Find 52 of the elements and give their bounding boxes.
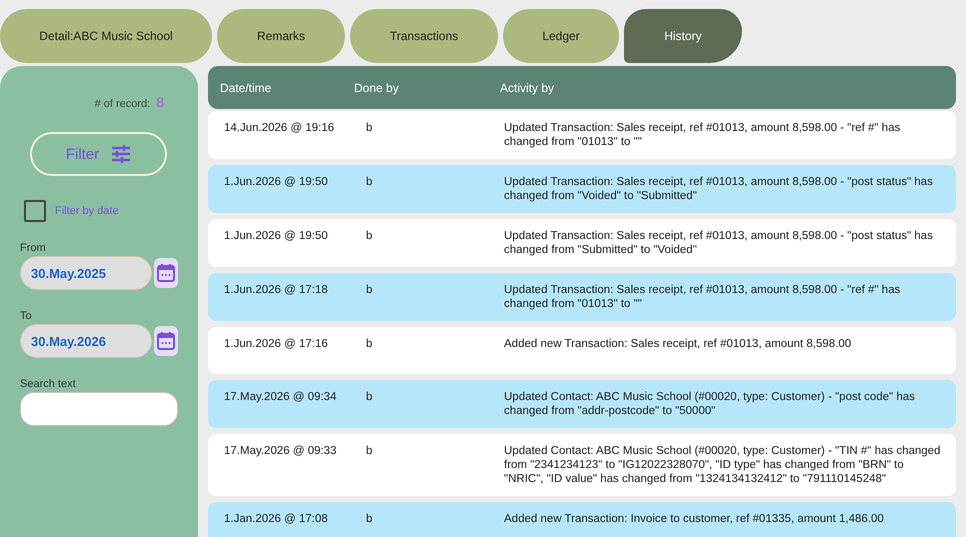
field-label: Search text <box>20 378 77 390</box>
tab[interactable]: Transactions <box>350 9 498 63</box>
table-cell-text: 17.May.2026 @ 09:34 <box>223 390 338 405</box>
table-row[interactable]: 1.Jun.2026 @ 19:50 b Updated Transaction: Sales receipt, ref #01013, amount 8,598.00 - "post status" has changed from "Voided" to "Submitted" <box>208 165 956 213</box>
table-cell-text: 1.Jan.2026 @ 17:08 <box>223 512 329 527</box>
table-cell-text: Updated Transaction: Sales receipt, ref #01013, amount 8,598.00 - "post status" has changed from "Submitted" to "Voided" <box>503 229 934 257</box>
column-header: Done by <box>354 80 400 94</box>
table-cell-text: b <box>365 337 374 352</box>
table-cell-text: b <box>365 121 374 136</box>
record-count-label: # of record: <box>94 98 150 110</box>
table-row[interactable]: 1.Jun.2026 @ 17:16 b Added new Transaction: Sales receipt, ref #01013, amount 8,598.00 <box>208 327 956 374</box>
tab[interactable]: Detail:ABC Music School <box>0 9 212 63</box>
table-cell-text: 14.Jun.2026 @ 19:16 <box>223 121 336 136</box>
sliders-icon <box>111 145 132 163</box>
table-row[interactable]: 17.May.2026 @ 09:34 b Updated Contact: ABC Music School (#00020, type: Customer) - "post code" has changed from "addr-postcode" to "50000" <box>208 380 956 428</box>
table-cell-text: b <box>365 444 374 459</box>
table-cell-text: b <box>365 175 374 190</box>
tab[interactable]: Remarks <box>217 9 345 63</box>
table-cell-text: 1.Jun.2026 @ 17:16 <box>223 337 329 352</box>
table-cell-text: Updated Contact: ABC Music School (#00020, type: Customer) - "post code" has changed from "addr-postcode" to "50000" <box>503 390 916 418</box>
tab[interactable]: History <box>624 9 742 63</box>
date-field[interactable]: 30.May.2025 <box>20 256 152 290</box>
table-cell-text: b <box>365 283 374 298</box>
table-cell-text: 1.Jun.2026 @ 19:50 <box>223 229 329 244</box>
field-label: From <box>20 242 47 254</box>
table-row[interactable]: 1.Jun.2026 @ 17:18 b Updated Transaction: Sales receipt, ref #01013, amount 8,598.00 - "ref #" has changed from "01013" to "" <box>208 273 956 321</box>
calendar-icon[interactable] <box>154 258 178 288</box>
table-cell-text: Updated Contact: ABC Music School (#00020, type: Customer) - "TIN #" has changed from "2341234123" to "IG12022328070", "ID type" has changed from "BRN" to "NRIC", "ID value" has changed from "1324134132412" to "791110145248" <box>503 444 942 486</box>
table-cell-text: 1.Jun.2026 @ 17:18 <box>223 283 329 298</box>
table-row[interactable]: 1.Jan.2026 @ 17:08 b Added new Transaction: Invoice to customer, ref #01335, amount 1,486.00 <box>208 502 956 537</box>
table-cell-text: 17.May.2026 @ 09:33 <box>223 444 338 459</box>
table-row[interactable]: 1.Jun.2026 @ 19:50 b Updated Transaction: Sales receipt, ref #01013, amount 8,598.00 - "post status" has changed from "Submitted" to "Voided" <box>208 219 956 267</box>
table-cell-text: Added new Transaction: Sales receipt, ref #01013, amount 8,598.00 <box>503 337 852 352</box>
table-cell-text: Updated Transaction: Sales receipt, ref #01013, amount 8,598.00 - "ref #" has changed from "01013" to "" <box>503 283 902 311</box>
table-cell-text: Updated Transaction: Sales receipt, ref #01013, amount 8,598.00 - "ref #" has changed from "01013" to "" <box>503 121 902 149</box>
calendar-icon[interactable] <box>154 326 178 356</box>
table-cell-text: b <box>365 512 374 527</box>
table-cell-text: Updated Transaction: Sales receipt, ref #01013, amount 8,598.00 - "post status" has changed from "Voided" to "Submitted" <box>503 175 934 203</box>
column-header: Activity by <box>500 80 556 94</box>
column-header: Date/time <box>219 80 272 94</box>
table-cell-text: b <box>365 229 374 244</box>
checkbox[interactable] <box>24 200 46 222</box>
checkbox-label: Filter by date <box>55 205 119 217</box>
table-cell-text: b <box>365 390 374 405</box>
table-row[interactable]: 14.Jun.2026 @ 19:16 b Updated Transaction: Sales receipt, ref #01013, amount 8,598.00 - "ref #" has changed from "01013" to "" <box>208 111 956 159</box>
search-field[interactable] <box>20 392 178 426</box>
field-label: To <box>20 310 33 322</box>
table-cell-text: 1.Jun.2026 @ 19:50 <box>223 175 329 190</box>
tab[interactable]: Ledger <box>503 9 619 63</box>
table-cell-text: Added new Transaction: Invoice to customer, ref #01335, amount 1,486.00 <box>503 512 885 527</box>
record-count: 8 <box>156 94 164 110</box>
date-field[interactable]: 30.May.2026 <box>20 324 152 358</box>
